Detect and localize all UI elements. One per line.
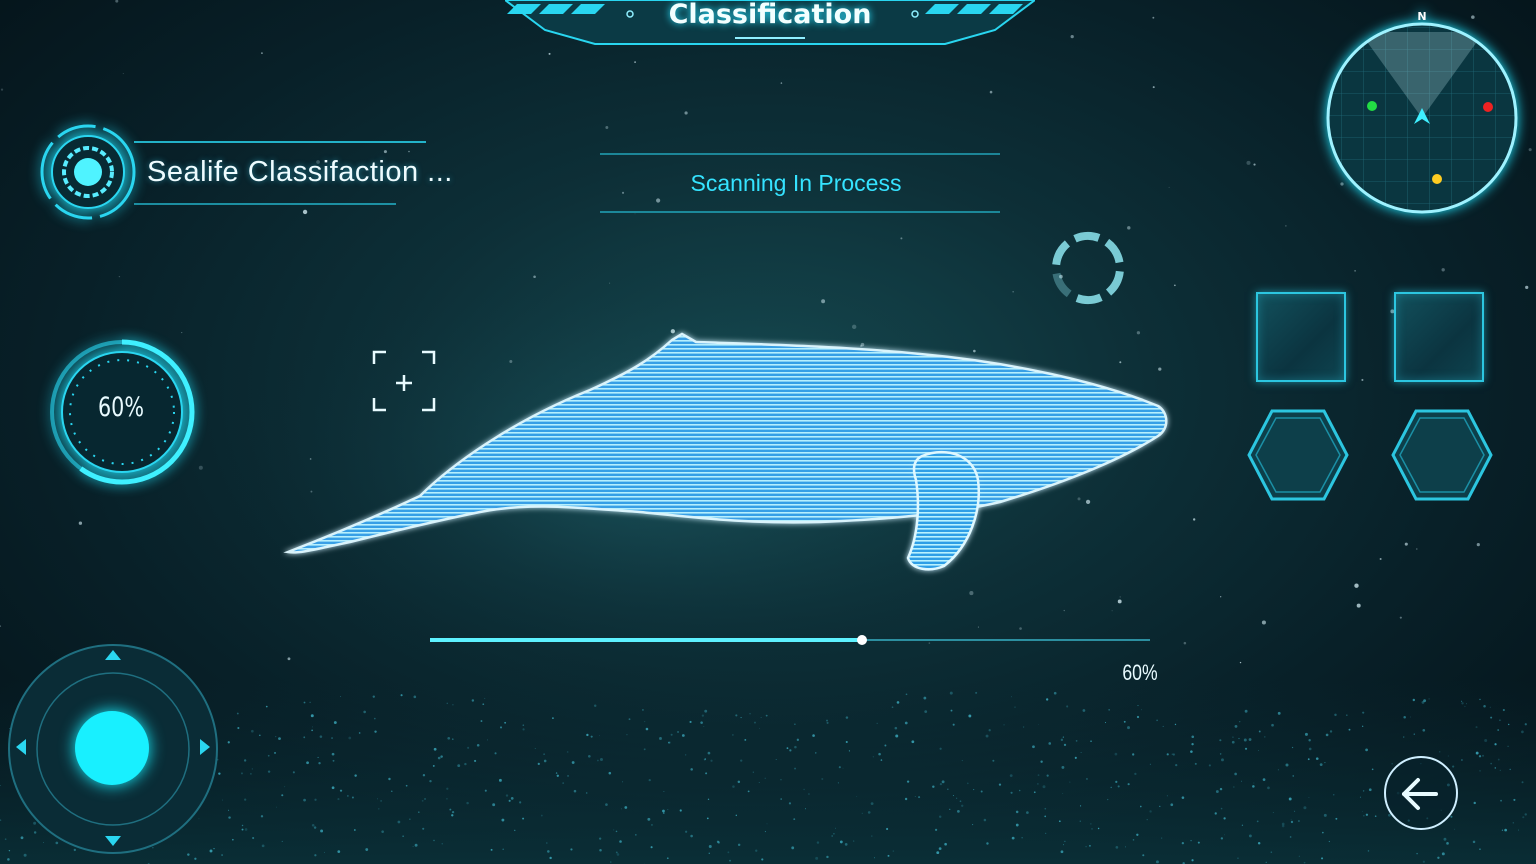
radar-marker bbox=[1367, 101, 1377, 111]
title-banner: Classification bbox=[505, 0, 1035, 48]
spinner-segment bbox=[1073, 232, 1101, 243]
joystick-knob[interactable] bbox=[75, 711, 149, 785]
scan-progress-bar bbox=[430, 635, 1150, 645]
radar-marker bbox=[1483, 102, 1493, 112]
sonar-emblem-icon bbox=[40, 124, 136, 220]
radar-minimap[interactable]: N bbox=[1320, 6, 1524, 218]
item-slot-3[interactable] bbox=[1246, 408, 1350, 502]
item-slot-2[interactable] bbox=[1394, 292, 1484, 382]
back-button[interactable] bbox=[1384, 756, 1458, 830]
spinner-segment bbox=[1052, 272, 1072, 298]
spinner-segment bbox=[1075, 293, 1103, 304]
compass-north-label: N bbox=[1417, 10, 1426, 23]
spinner-segment bbox=[1105, 270, 1124, 296]
page-title: Classification bbox=[668, 0, 872, 30]
item-slot-1[interactable] bbox=[1256, 292, 1346, 382]
spinner-segment bbox=[1052, 240, 1071, 266]
radar-marker bbox=[1432, 174, 1442, 184]
virtual-joystick[interactable] bbox=[4, 640, 222, 858]
sealife-classification-title: Sealife Classifaction ... bbox=[147, 156, 453, 188]
scan-progress-percent: 60% bbox=[1122, 660, 1158, 685]
spinner-segment bbox=[1104, 238, 1124, 264]
loading-spinner-icon bbox=[1052, 232, 1124, 304]
whale-hologram bbox=[283, 332, 1168, 571]
item-slot-4[interactable] bbox=[1390, 408, 1494, 502]
scan-ring-percent: 60% bbox=[98, 392, 144, 423]
scanning-status-text: Scanning In Process bbox=[690, 170, 902, 196]
arrow-left-icon bbox=[1402, 778, 1438, 810]
